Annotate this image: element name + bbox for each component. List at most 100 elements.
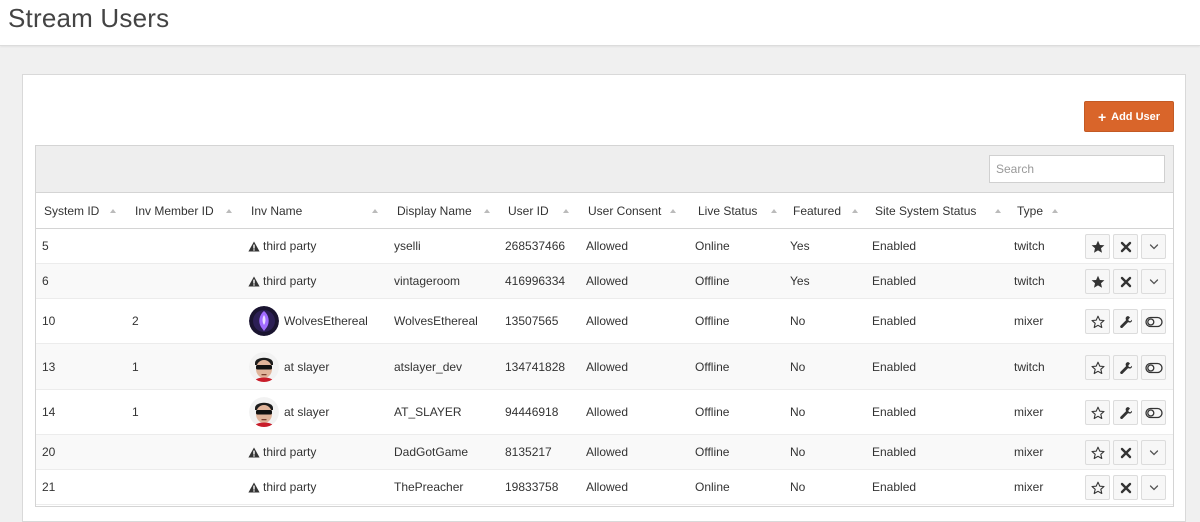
column-header-inv-name[interactable]: Inv Name bbox=[251, 193, 302, 229]
feature-button[interactable] bbox=[1085, 400, 1110, 425]
close-icon bbox=[1120, 447, 1132, 459]
consent-cell: Allowed bbox=[586, 445, 629, 459]
close-icon bbox=[1120, 482, 1132, 494]
toggle-button[interactable] bbox=[1141, 355, 1166, 380]
remove-button[interactable] bbox=[1113, 440, 1138, 465]
feature-button[interactable] bbox=[1085, 475, 1110, 500]
column-header-type[interactable]: Type bbox=[1017, 193, 1043, 229]
sort-arrow-icon[interactable] bbox=[670, 209, 676, 213]
sort-arrow-icon[interactable] bbox=[484, 209, 490, 213]
toggle-icon bbox=[1144, 362, 1163, 374]
table-row[interactable]: 13 1 at slayer atslayer_dev 134741828 Allowed… bbox=[36, 344, 1173, 390]
user-id-cell: 13507565 bbox=[505, 314, 559, 328]
feature-button[interactable] bbox=[1085, 440, 1110, 465]
star-outline-icon bbox=[1090, 446, 1105, 460]
close-icon bbox=[1120, 276, 1132, 288]
settings-button[interactable] bbox=[1113, 400, 1138, 425]
table-row[interactable]: 6 third party vintageroom 416996334 Allowed O… bbox=[36, 264, 1173, 299]
wrench-icon bbox=[1119, 406, 1133, 420]
settings-button[interactable] bbox=[1113, 309, 1138, 334]
plus-icon: + bbox=[1097, 108, 1107, 125]
column-header-inv-member-id[interactable]: Inv Member ID bbox=[135, 193, 214, 229]
expand-button[interactable] bbox=[1141, 234, 1166, 259]
chevron-down-icon bbox=[1149, 278, 1159, 286]
inv-name-cell: third party bbox=[248, 435, 316, 469]
sort-arrow-icon[interactable] bbox=[110, 209, 116, 213]
system-id-cell: 20 bbox=[42, 445, 56, 459]
settings-button[interactable] bbox=[1113, 355, 1138, 380]
consent-cell: Allowed bbox=[586, 359, 629, 374]
table-row[interactable]: 20 third party DadGotGame 8135217 Allowed Off… bbox=[36, 435, 1173, 470]
type-cell: mixer bbox=[1014, 445, 1044, 459]
column-header-display-name[interactable]: Display Name bbox=[397, 193, 472, 229]
search-input[interactable] bbox=[989, 155, 1165, 183]
display-name-cell: ThePreacher bbox=[394, 480, 464, 494]
featured-cell: No bbox=[790, 405, 806, 419]
inv-name-text: at slayer bbox=[284, 359, 330, 374]
consent-cell: Allowed bbox=[586, 405, 629, 419]
column-header-user-id[interactable]: User ID bbox=[508, 193, 549, 229]
featured-cell: No bbox=[790, 445, 806, 459]
expand-button[interactable] bbox=[1141, 440, 1166, 465]
display-name-cell: DadGotGame bbox=[394, 445, 469, 459]
remove-button[interactable] bbox=[1113, 475, 1138, 500]
table-row[interactable]: 10 2 WolvesEthereal WolvesEthereal 13507565 A… bbox=[36, 299, 1173, 344]
sort-arrow-icon[interactable] bbox=[563, 209, 569, 213]
inv-name-cell: third party bbox=[248, 264, 316, 298]
consent-cell: Allowed bbox=[586, 314, 629, 328]
unfeature-button[interactable] bbox=[1085, 234, 1110, 259]
sort-arrow-icon[interactable] bbox=[995, 209, 1001, 213]
sort-arrow-icon[interactable] bbox=[226, 209, 232, 213]
system-id-cell: 6 bbox=[42, 274, 49, 288]
remove-button[interactable] bbox=[1113, 234, 1138, 259]
type-cell: mixer bbox=[1014, 405, 1044, 419]
toggle-button[interactable] bbox=[1141, 400, 1166, 425]
add-user-button[interactable]: + Add User bbox=[1084, 101, 1174, 132]
expand-button[interactable] bbox=[1141, 269, 1166, 294]
inv-member-id-cell: 1 bbox=[132, 359, 139, 374]
display-name-cell: AT_SLAYER bbox=[394, 405, 462, 419]
feature-button[interactable] bbox=[1085, 309, 1110, 334]
table-row[interactable]: 21 third party ThePreacher 19833758 Allowed O… bbox=[36, 470, 1173, 505]
featured-cell: No bbox=[790, 314, 806, 328]
site-status-cell: Enabled bbox=[872, 359, 917, 374]
remove-button[interactable] bbox=[1113, 269, 1138, 294]
expand-button[interactable] bbox=[1141, 475, 1166, 500]
user-id-cell: 8135217 bbox=[505, 445, 552, 459]
type-cell: mixer bbox=[1014, 480, 1044, 494]
table-row[interactable]: 14 1 at slayer AT_SLAYER 94446918 Allowed Offl… bbox=[36, 390, 1173, 435]
inv-name-text: WolvesEthereal bbox=[284, 314, 368, 328]
type-cell: twitch bbox=[1014, 274, 1045, 288]
column-header-site-system-status[interactable]: Site System Status bbox=[875, 193, 976, 229]
avatar bbox=[249, 351, 279, 382]
system-id-cell: 14 bbox=[42, 405, 56, 419]
site-status-cell: Enabled bbox=[872, 274, 917, 288]
site-status-cell: Enabled bbox=[872, 239, 917, 253]
column-header-live-status[interactable]: Live Status bbox=[698, 193, 757, 229]
page-title: Stream Users bbox=[8, 3, 170, 33]
chevron-down-icon bbox=[1149, 243, 1159, 251]
toggle-button[interactable] bbox=[1141, 309, 1166, 334]
warning-icon bbox=[248, 447, 260, 458]
column-header-user-consent[interactable]: User Consent bbox=[588, 193, 661, 229]
display-name-cell: yselli bbox=[394, 239, 421, 253]
inv-member-id-cell: 1 bbox=[132, 405, 139, 419]
unfeature-button[interactable] bbox=[1085, 269, 1110, 294]
sort-arrow-icon[interactable] bbox=[1052, 209, 1058, 213]
type-cell: twitch bbox=[1014, 239, 1045, 253]
sort-arrow-icon[interactable] bbox=[852, 209, 858, 213]
inv-name-cell: third party bbox=[248, 229, 316, 263]
column-header-featured[interactable]: Featured bbox=[793, 193, 841, 229]
sort-arrow-icon[interactable] bbox=[372, 209, 378, 213]
live-status-cell: Offline bbox=[695, 359, 730, 374]
column-header-system-id[interactable]: System ID bbox=[44, 193, 99, 229]
featured-cell: No bbox=[790, 359, 806, 374]
site-status-cell: Enabled bbox=[872, 405, 917, 419]
user-id-cell: 94446918 bbox=[505, 405, 559, 419]
consent-cell: Allowed bbox=[586, 480, 629, 494]
feature-button[interactable] bbox=[1085, 355, 1110, 380]
warning-icon bbox=[248, 276, 260, 287]
sort-arrow-icon[interactable] bbox=[771, 209, 777, 213]
inv-name-text: at slayer bbox=[284, 405, 330, 419]
table-row[interactable]: 5 third party yselli 268537466 Allowed Online… bbox=[36, 229, 1173, 264]
